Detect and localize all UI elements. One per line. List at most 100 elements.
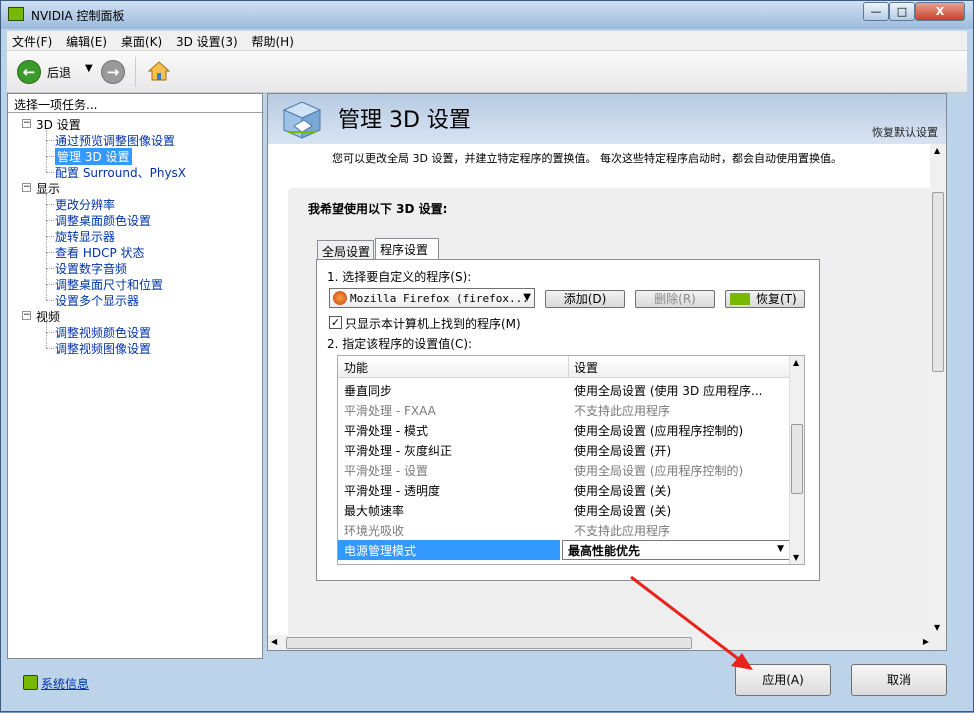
table-row[interactable]: 最大帧速率 使用全局设置 (关) xyxy=(338,500,790,520)
close-button[interactable]: X xyxy=(915,2,965,21)
row-setting: 使用全局设置 (开) xyxy=(574,444,672,458)
menu-edit[interactable]: 编辑(E) xyxy=(61,31,112,52)
tree-item[interactable]: 更改分辨率 xyxy=(55,196,115,213)
column-feature: 功能 xyxy=(344,361,369,375)
page-vertical-scrollbar[interactable]: ▲ ▼ xyxy=(930,144,946,634)
table-header: 功能 设置 xyxy=(338,356,790,378)
table-row[interactable]: 平滑处理 - 模式 使用全局设置 (应用程序控制的) xyxy=(338,420,790,440)
page-header: 管理 3D 设置 恢复默认设置 xyxy=(268,94,946,144)
table-row[interactable]: 环境光吸收 不支持此应用程序 xyxy=(338,520,790,540)
app-window: NVIDIA 控制面板 — □ X 文件(F) 编辑(E) 桌面(K) 3D 设… xyxy=(0,0,974,712)
system-info-link[interactable]: 系统信息 xyxy=(41,675,89,692)
back-button-label[interactable]: 后退 xyxy=(47,64,71,81)
table-row[interactable]: 电源管理模式 最高性能优先 ▼ xyxy=(338,540,790,560)
table-scrollbar[interactable]: ▲ ▼ xyxy=(789,356,804,564)
scroll-down-icon[interactable]: ▼ xyxy=(793,553,799,562)
collapse-icon[interactable]: − xyxy=(22,183,31,192)
table-row[interactable]: 垂直同步 使用全局设置 (使用 3D 应用程序... xyxy=(338,380,790,400)
tree-item[interactable]: 查看 HDCP 状态 xyxy=(55,244,145,261)
page-description: 您可以更改全局 3D 设置，并建立特定程序的置换值。 每次这些特定程序启动时，都… xyxy=(332,152,842,165)
firefox-icon xyxy=(333,291,347,305)
row-feature: 平滑处理 - 模式 xyxy=(344,424,428,438)
row-feature: 平滑处理 - FXAA xyxy=(344,404,436,418)
tree-category[interactable]: 显示 xyxy=(36,180,60,197)
tree-category[interactable]: 3D 设置 xyxy=(36,116,81,133)
back-dropdown-icon[interactable]: ▼ xyxy=(85,63,93,74)
row-setting: 最高性能优先 xyxy=(568,544,641,558)
menu-bar: 文件(F) 编辑(E) 桌面(K) 3D 设置(3) 帮助(H) xyxy=(7,31,967,51)
tree-item[interactable]: 调整桌面尺寸和位置 xyxy=(55,276,163,293)
menu-help[interactable]: 帮助(H) xyxy=(246,31,298,52)
table-row[interactable]: 平滑处理 - 灰度纠正 使用全局设置 (开) xyxy=(338,440,790,460)
row-setting: 不支持此应用程序 xyxy=(574,524,671,538)
menu-3d-settings[interactable]: 3D 设置(3) xyxy=(171,31,243,52)
row-setting: 不支持此应用程序 xyxy=(574,404,671,418)
restore-program-button[interactable]: 恢复(T) xyxy=(725,290,805,308)
delete-program-button[interactable]: 删除(R) xyxy=(635,290,715,308)
task-panel: 选择一项任务... −3D 设置 通过预览调整图像设置 管理 3D 设置 配置 Sur… xyxy=(7,93,264,659)
page-scrollbar-thumb[interactable] xyxy=(932,192,944,372)
tree-item[interactable]: 配置 Surround、PhysX xyxy=(55,164,186,181)
row-setting: 使用全局设置 (关) xyxy=(574,504,672,518)
row-feature: 垂直同步 xyxy=(344,384,393,398)
tree-category[interactable]: 视频 xyxy=(36,308,60,325)
scroll-up-icon[interactable]: ▲ xyxy=(793,358,799,367)
tree-item[interactable]: 通过预览调整图像设置 xyxy=(55,132,175,149)
row-feature: 环境光吸收 xyxy=(344,524,405,538)
row-feature: 平滑处理 - 设置 xyxy=(344,464,428,478)
page-scroll-up-icon[interactable]: ▲ xyxy=(934,146,940,155)
program-select[interactable]: Mozilla Firefox (firefox... ▼ xyxy=(329,288,535,308)
add-program-button[interactable]: 添加(D) xyxy=(545,290,625,308)
cancel-button[interactable]: 取消 xyxy=(851,664,947,696)
apply-button[interactable]: 应用(A) xyxy=(735,664,831,696)
tree-item[interactable]: 管理 3D 设置 xyxy=(55,148,132,165)
toolbar-divider xyxy=(135,57,136,87)
back-arrow-icon[interactable]: ← xyxy=(17,60,41,84)
row-setting: 使用全局设置 (应用程序控制的) xyxy=(574,424,744,438)
3d-settings-icon xyxy=(280,98,324,140)
row-feature: 电源管理模式 xyxy=(344,544,417,558)
page-horizontal-scrollbar[interactable]: ◀ ▶ xyxy=(268,635,932,650)
footer-bar: 系统信息 应用(A) 取消 xyxy=(7,661,967,707)
restore-defaults-link[interactable]: 恢复默认设置 xyxy=(872,124,938,140)
table-row[interactable]: 平滑处理 - FXAA 不支持此应用程序 xyxy=(338,400,790,420)
menu-desktop[interactable]: 桌面(K) xyxy=(116,31,167,52)
program-select-value: Mozilla Firefox (firefox... xyxy=(350,292,529,305)
tree-item[interactable]: 调整视频图像设置 xyxy=(55,340,151,357)
tree-item[interactable]: 设置数字音频 xyxy=(55,260,127,277)
main-panel: 管理 3D 设置 恢复默认设置 您可以更改全局 3D 设置，并建立特定程序的置换… xyxy=(267,93,947,651)
forward-arrow-icon[interactable]: → xyxy=(101,60,125,84)
tree-item[interactable]: 设置多个显示器 xyxy=(55,292,139,309)
scroll-right-icon[interactable]: ▶ xyxy=(923,637,929,646)
tree-item[interactable]: 调整视频颜色设置 xyxy=(55,324,151,341)
table-row[interactable]: 平滑处理 - 透明度 使用全局设置 (关) xyxy=(338,480,790,500)
restore-button-label: 恢复(T) xyxy=(756,292,797,306)
home-icon[interactable] xyxy=(147,59,171,83)
settings-table: 功能 设置 垂直同步 使用全局设置 (使用 3D 应用程序... 平滑处理 - FX… xyxy=(337,355,805,565)
tree-item[interactable]: 旋转显示器 xyxy=(55,228,115,245)
step2-label: 2. 指定该程序的设置值(C): xyxy=(327,337,473,351)
horizontal-scrollbar-thumb[interactable] xyxy=(286,637,692,649)
title-bar[interactable]: NVIDIA 控制面板 — □ X xyxy=(1,1,973,29)
menu-file[interactable]: 文件(F) xyxy=(7,31,57,52)
minimize-button[interactable]: — xyxy=(863,2,889,21)
table-row[interactable]: 平滑处理 - 设置 使用全局设置 (应用程序控制的) xyxy=(338,460,790,480)
step1-label: 1. 选择要自定义的程序(S): xyxy=(327,270,472,284)
tab-program-settings[interactable]: 程序设置 xyxy=(375,238,439,260)
row-setting: 使用全局设置 (使用 3D 应用程序... xyxy=(574,384,763,398)
maximize-button[interactable]: □ xyxy=(889,2,915,21)
column-setting: 设置 xyxy=(574,361,599,375)
program-settings-body: 1. 选择要自定义的程序(S): Mozilla Firefox (firefo… xyxy=(316,259,820,581)
scroll-left-icon[interactable]: ◀ xyxy=(271,637,277,646)
toolbar: ← 后退 ▼ → xyxy=(7,51,967,93)
show-local-programs-checkbox[interactable]: ✓ xyxy=(329,316,342,329)
chevron-down-icon[interactable]: ▼ xyxy=(777,544,784,554)
collapse-icon[interactable]: − xyxy=(22,119,31,128)
tree-item[interactable]: 调整桌面颜色设置 xyxy=(55,212,151,229)
nvidia-icon xyxy=(730,293,750,305)
tab-global-settings[interactable]: 全局设置 xyxy=(317,240,374,260)
page-scroll-down-icon[interactable]: ▼ xyxy=(934,623,940,632)
scrollbar-thumb[interactable] xyxy=(791,424,803,494)
collapse-icon[interactable]: − xyxy=(22,311,31,320)
row-feature: 最大帧速率 xyxy=(344,504,405,518)
